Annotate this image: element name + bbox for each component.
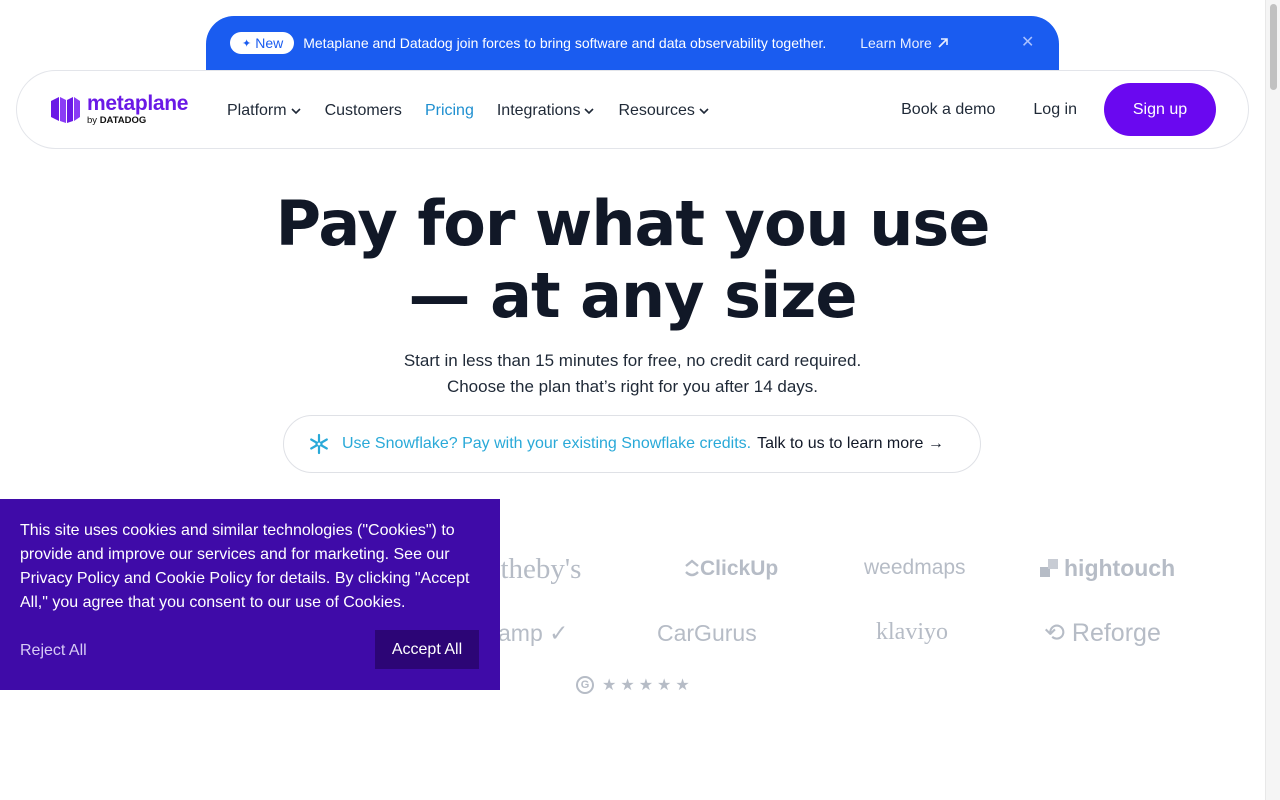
cookie-message: This site uses cookies and similar techn… [20,519,482,615]
chevron-down-icon [699,107,709,114]
announcement-message: Metaplane and Datadog join forces to bri… [303,35,827,51]
subtitle-line-1: Start in less than 15 minutes for free, … [403,351,862,370]
nav-item-integrations[interactable]: Integrations [497,102,596,120]
cookie-policy-link[interactable]: Cookie Policy [155,570,252,587]
star-icon: ★ [675,677,690,694]
klaviyo-logo: klaviyo [876,619,948,645]
nav-item-label: Pricing [424,101,474,119]
reforge-icon: ⟲ [1044,619,1065,647]
page-scrollbar[interactable] [1265,0,1280,800]
nav-item-platform[interactable]: Platform [227,102,302,120]
snowflake-cta-link[interactable]: Talk to us to learn more → [757,435,944,453]
by-label: by [87,115,98,126]
privacy-policy-link[interactable]: Privacy Policy [20,570,120,587]
clickup-logo: ClickUp [684,557,778,581]
chevron-down-icon [291,107,301,114]
snowflake-credits-text: Use Snowflake? Pay with your existing Sn… [342,435,752,452]
clickup-label: ClickUp [700,557,779,580]
nav-item-label: Customers [324,101,402,119]
book-demo-link[interactable]: Book a demo [901,101,995,119]
nav-item-resources[interactable]: Resources [618,102,709,120]
cookie-text-1: This site uses cookies and similar techn… [20,522,455,563]
learn-more-link[interactable]: Learn More [860,35,949,51]
sparkle-icon: ✦ [242,37,252,50]
cookie-text-and: and [119,570,156,587]
nav-menu: Platform Customers Pricing Integrations … [227,71,733,150]
accept-all-button[interactable]: Accept All [375,630,479,669]
by-datadog: by DATADOG [87,116,188,126]
weedmaps-logo: weedmaps [864,556,966,579]
sothebys-logo: otheby's [486,553,582,585]
nav-actions: Book a demo Log in Sign up [901,83,1216,136]
title-line-2: — at any size [408,259,858,332]
nav-item-label: Integrations [496,101,581,119]
star-icon: ★ [620,677,635,694]
nav-item-pricing[interactable]: Pricing [425,102,474,120]
arrow-up-right-icon [938,38,948,48]
nav-item-customers[interactable]: Customers [325,102,402,120]
announcement-bar: ✦ New Metaplane and Datadog join forces … [206,16,1059,70]
star-icon: ★ [638,677,654,694]
snowflake-icon [310,433,328,455]
g2-icon: G [576,676,594,694]
datadog-label: DATADOG [99,115,147,126]
close-icon[interactable]: ✕ [1021,32,1034,52]
amp-logo: amp ✓ [498,620,568,647]
star-icon: ★ [602,677,617,694]
signup-button[interactable]: Sign up [1104,83,1216,136]
cookie-banner: This site uses cookies and similar techn… [0,499,500,690]
title-line-1: Pay for what you use [275,187,991,260]
metaplane-logo-icon [51,97,80,124]
clickup-icon [685,559,699,577]
star-icon: ★ [657,677,672,694]
page-title: Pay for what you use — at any size [0,188,1265,332]
subtitle-line-2: Choose the plan that’s right for you aft… [446,377,819,396]
amp-label: amp [498,620,543,646]
hero-subtitle: Start in less than 15 minutes for free, … [0,348,1265,400]
snowflake-credits-banner[interactable]: Use Snowflake? Pay with your existing Sn… [283,415,981,473]
nav-item-label: Resources [618,101,695,119]
learn-more-label: Learn More [860,35,932,51]
metaplane-logo[interactable]: metaplane by DATADOG [49,93,188,126]
brand-name: metaplane [87,92,189,115]
new-badge-label: New [255,35,284,51]
login-link[interactable]: Log in [1033,101,1077,119]
hightouch-label: hightouch [1064,555,1176,581]
reforge-logo: ⟲ Reforge [1044,618,1161,648]
cargurus-logo: CarGurus [657,620,757,646]
reject-all-button[interactable]: Reject All [20,639,87,663]
new-badge: ✦ New [230,32,295,54]
scrollbar-thumb[interactable] [1270,4,1277,90]
amp-swoosh-icon: ✓ [549,620,569,646]
hightouch-logo: hightouch [1040,555,1175,582]
reforge-label: Reforge [1071,619,1161,647]
chevron-down-icon [584,107,595,114]
main-nav: metaplane by DATADOG Platform Customers … [16,70,1249,149]
rating-stars: G ★ ★ ★ ★ ★ [576,675,690,695]
nav-item-label: Platform [227,101,287,119]
hightouch-icon [1040,559,1058,577]
